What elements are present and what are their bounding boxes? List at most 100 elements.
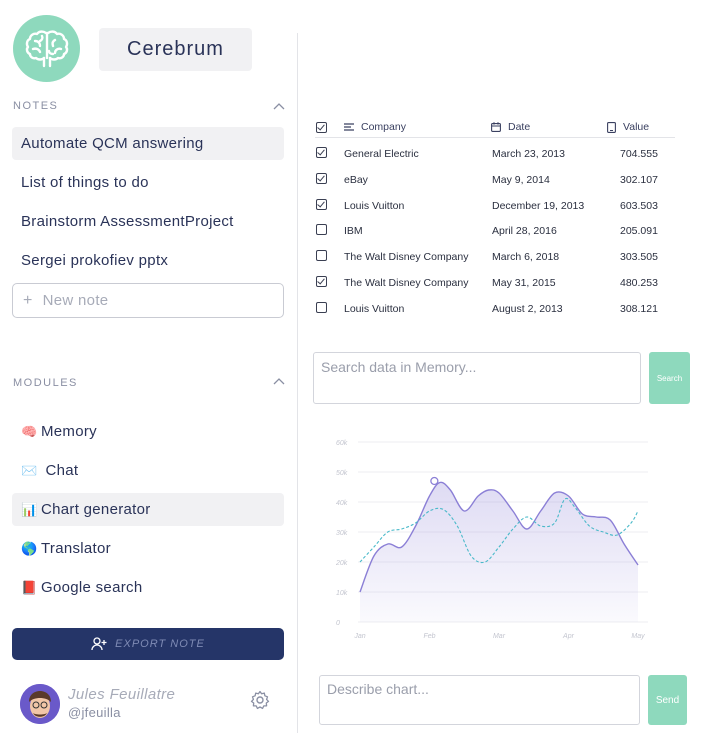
table-row[interactable]: The Walt Disney Company March 6, 2018 303.…: [315, 244, 675, 270]
module-label: Memory: [41, 423, 97, 440]
note-label: Sergei prokofiev pptx: [21, 252, 169, 269]
date-cell: April 28, 2016: [492, 225, 557, 238]
export-note-label: EXPORT NOTE: [115, 638, 205, 650]
sidebar-divider: [297, 33, 298, 733]
row-checkbox[interactable]: [316, 250, 327, 262]
row-checkbox[interactable]: [316, 172, 327, 184]
date-cell: May 9, 2014: [492, 173, 550, 186]
row-checkbox[interactable]: [316, 147, 327, 158]
date-cell: August 2, 2013: [492, 302, 563, 315]
plus-icon: +: [23, 291, 33, 309]
table-row[interactable]: Louis Vuitton August 2, 2013 308.121: [315, 296, 675, 322]
add-user-icon: [91, 637, 107, 651]
row-checkbox[interactable]: [316, 301, 327, 313]
row-checkbox[interactable]: [316, 276, 327, 287]
new-note-placeholder: New note: [42, 292, 109, 309]
avatar[interactable]: [20, 684, 60, 724]
x-tick-label: Apr: [562, 633, 575, 640]
note-item[interactable]: List of things to do: [12, 166, 284, 199]
module-item-google-search[interactable]: 📕 Google search: [12, 571, 284, 604]
bar-chart-icon: 📊: [21, 501, 38, 517]
chevron-up-icon[interactable]: [272, 101, 286, 111]
company-cell: General Electric: [344, 148, 419, 160]
brain-emoji-icon: 🧠: [21, 423, 38, 439]
modules-section-title: MODULES: [13, 377, 78, 389]
column-header-company[interactable]: Company: [344, 121, 406, 133]
column-header-value[interactable]: Value: [607, 121, 649, 133]
table-header: Company Date Value: [315, 119, 675, 138]
y-tick-label: 0: [336, 620, 340, 627]
new-note-input[interactable]: + New note: [12, 283, 284, 318]
note-item[interactable]: Automate QCM answering: [12, 127, 284, 160]
module-label: Chat: [41, 462, 79, 479]
gear-icon[interactable]: [250, 690, 270, 710]
company-cell: The Walt Disney Company: [344, 277, 469, 289]
app-title: Cerebrum: [99, 28, 252, 71]
envelope-icon: ✉️: [21, 462, 38, 478]
y-tick-label: 40k: [336, 500, 348, 507]
x-tick-label: Mar: [493, 633, 506, 640]
app-logo: [13, 15, 80, 82]
y-tick-label: 50k: [336, 470, 348, 477]
note-item[interactable]: Sergei prokofiev pptx: [12, 244, 284, 277]
area-chart: 0 10k 20k 30k 40k 50k 60k Jan Feb Mar Apr May: [335, 440, 648, 640]
value-cell: 603.503: [620, 199, 658, 212]
module-item-chat[interactable]: ✉️ Chat: [12, 454, 284, 487]
book-icon: 📕: [21, 579, 38, 595]
note-label: List of things to do: [21, 174, 149, 191]
date-cell: March 23, 2013: [492, 148, 565, 160]
row-checkbox[interactable]: [316, 198, 327, 210]
value-cell: 205.091: [620, 225, 658, 238]
company-cell: Louis Vuitton: [344, 199, 405, 212]
value-cell: 704.555: [620, 148, 658, 160]
module-item-chart-generator[interactable]: 📊 Chart generator: [12, 493, 284, 526]
highlight-point: [430, 476, 439, 486]
company-cell: eBay: [344, 173, 368, 186]
table-row[interactable]: IBM April 28, 2016 205.091: [315, 218, 675, 244]
globe-icon: 🌎: [21, 540, 38, 556]
module-item-memory[interactable]: 🧠 Memory: [12, 415, 284, 448]
select-all-checkbox[interactable]: [316, 122, 327, 133]
value-cell: 480.253: [620, 277, 658, 289]
date-cell: December 19, 2013: [492, 199, 585, 212]
company-cell: Louis Vuitton: [344, 302, 405, 315]
table-row[interactable]: General Electric March 23, 2013 704.555: [315, 141, 675, 167]
table-row[interactable]: The Walt Disney Company May 31, 2015 480.2…: [315, 270, 675, 296]
y-tick-label: 20k: [335, 560, 348, 567]
date-cell: March 6, 2018: [492, 251, 560, 264]
table-row[interactable]: Louis Vuitton December 19, 2013 603.503: [315, 193, 675, 219]
module-label: Translator: [41, 540, 111, 557]
calendar-icon: [491, 122, 501, 132]
user-handle: @jfeuilla: [68, 705, 121, 720]
x-tick-label: Feb: [423, 633, 435, 640]
column-header-date[interactable]: Date: [491, 121, 530, 133]
area-fill: [360, 482, 638, 622]
chevron-up-icon[interactable]: [272, 376, 286, 386]
y-tick-label: 30k: [336, 530, 348, 537]
search-button[interactable]: Search: [649, 352, 690, 404]
value-cell: 302.107: [620, 173, 658, 186]
text-align-icon: [344, 123, 354, 131]
module-label: Google search: [41, 579, 143, 596]
y-tick-label: 10k: [336, 590, 348, 597]
company-cell: The Walt Disney Company: [344, 251, 469, 264]
date-cell: May 31, 2015: [492, 277, 556, 289]
note-item[interactable]: Brainstorm AssessmentProject: [12, 205, 284, 238]
company-cell: IBM: [344, 225, 363, 238]
module-item-translator[interactable]: 🌎 Translator: [12, 532, 284, 565]
brain-icon: [25, 29, 68, 67]
describe-chart-input[interactable]: [319, 675, 640, 725]
user-avatar-icon: [20, 684, 60, 724]
export-note-button[interactable]: EXPORT NOTE: [12, 628, 284, 660]
module-label: Chart generator: [41, 501, 151, 518]
x-tick-label: Jan: [353, 633, 365, 640]
y-tick-label: 60k: [336, 440, 348, 447]
user-name: Jules Feuillatre: [68, 686, 176, 703]
table-row[interactable]: eBay May 9, 2014 302.107: [315, 167, 675, 193]
value-cell: 308.121: [620, 302, 658, 315]
send-button[interactable]: Send: [648, 675, 687, 725]
device-icon: [607, 121, 616, 133]
memory-search-input[interactable]: [313, 352, 641, 404]
row-checkbox[interactable]: [316, 224, 327, 236]
note-label: Automate QCM answering: [21, 135, 204, 152]
